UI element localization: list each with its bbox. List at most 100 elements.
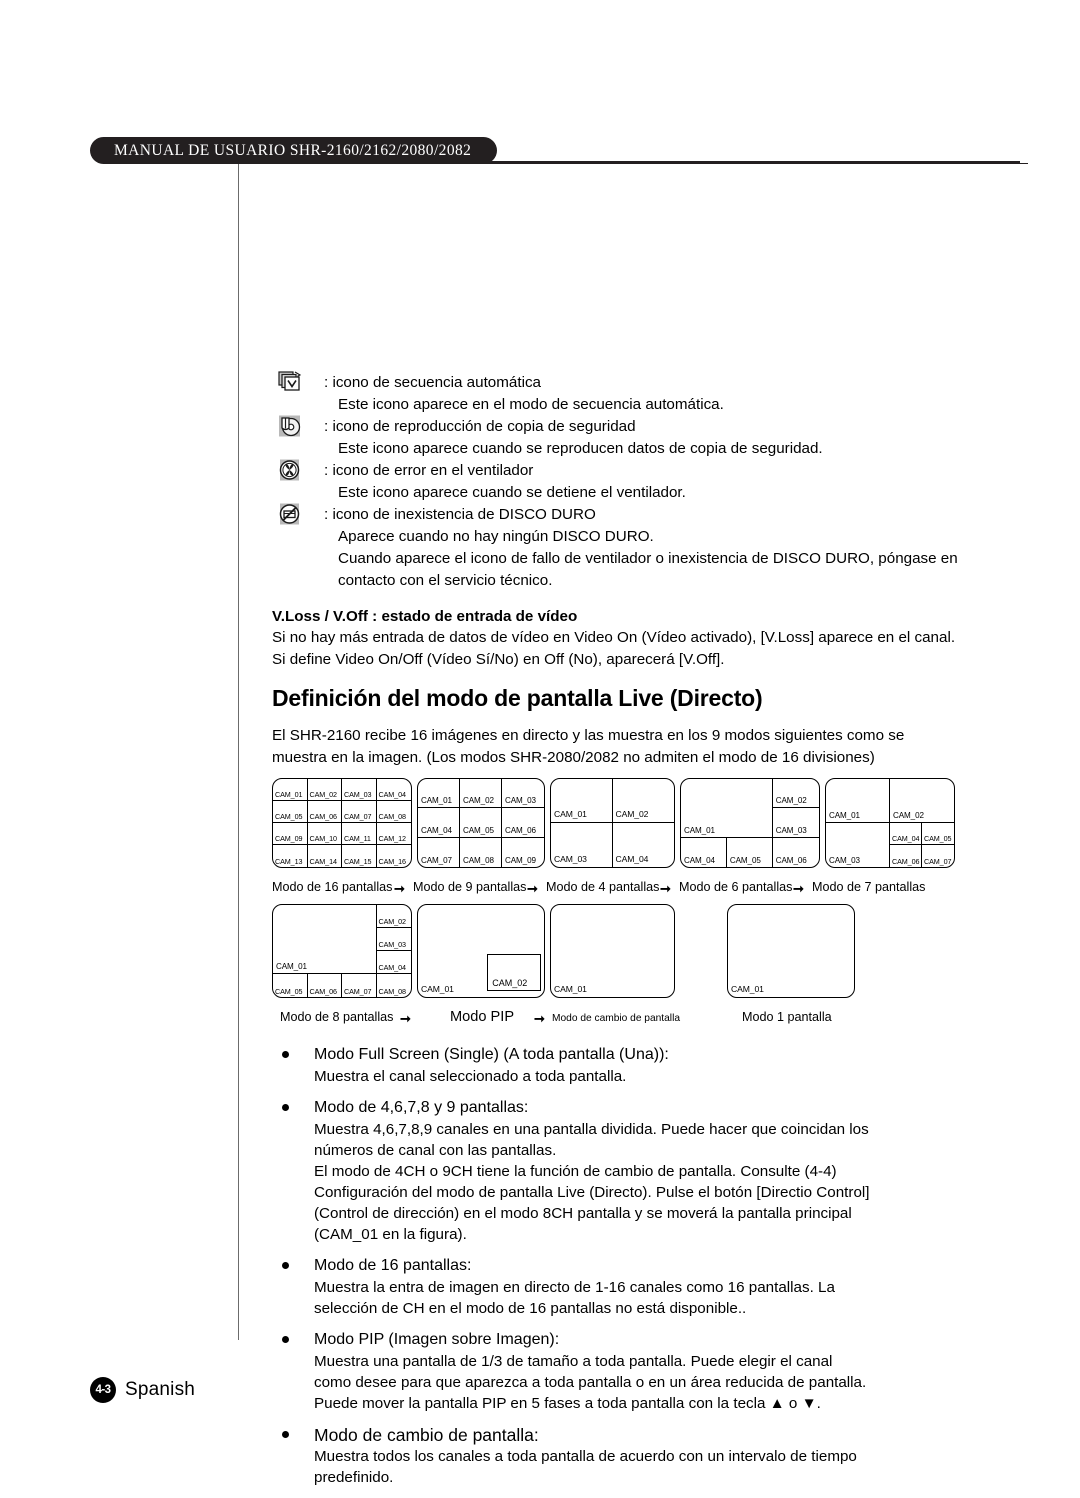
list-item-line: predefinido. [314, 1469, 394, 1486]
diagram-row-1-captions: Modo de 16 pantallas ➞ Modo de 9 pantall… [272, 878, 1032, 898]
icon-legend-desc: Cuando aparece el icono de fallo de vent… [338, 550, 958, 567]
caption-single: Modo 1 pantalla [742, 1010, 832, 1024]
icon-legend-label: : icono de secuencia automática [324, 374, 541, 391]
split-cell: CAM_03 [502, 779, 544, 809]
caption-16-split: Modo de 16 pantallas [272, 880, 393, 894]
intro-line-2: muestra en la imagen. (Los modos SHR-208… [272, 748, 875, 766]
list-item: Modo Full Screen (Single) (A toda pantal… [272, 1044, 1032, 1087]
split-cell: CAM_07 [342, 974, 377, 997]
monitor-8-split: CAM_01 CAM_02 CAM_03 CAM_04 CAM_05 CAM_0… [272, 904, 412, 998]
intro-line-1: El SHR-2160 recibe 16 imágenes en direct… [272, 727, 905, 744]
pip-inset-window: CAM_02 [487, 953, 542, 991]
split-cell: CAM_02 [460, 779, 502, 809]
list-item-title: Modo Full Screen (Single) (A toda pantal… [314, 1046, 669, 1063]
split-cell: CAM_01 [554, 984, 587, 994]
split-cell: CAM_04 [418, 808, 460, 838]
page-title: Definición del modo de pantalla Live (Di… [272, 685, 763, 711]
split-cell: CAM_03 [772, 808, 819, 838]
icon-legend-item: : icono de error en el ventilador [272, 459, 1032, 482]
split-cell: CAM_06 [308, 974, 342, 997]
monitor-7-split: CAM_01 CAM_02 CAM_03 CAM_04 CAM_05 CAM_0… [825, 778, 955, 868]
no-hdd-icon [278, 503, 304, 525]
arrow-icon: ➞ [793, 881, 804, 896]
split-cell: CAM_06 [307, 801, 342, 823]
monitor-9-split: CAM_01 CAM_02 CAM_03 CAM_04 CAM_05 CAM_0… [417, 778, 545, 868]
icon-legend-item: : icono de inexistencia de DISCO DURO [272, 503, 1032, 526]
split-cell: CAM_03 [826, 823, 890, 867]
split-cell: CAM_06 [775, 855, 807, 865]
caption-4-split: Modo de 4 pantallas [546, 880, 660, 894]
split-cell: CAM_08 [378, 987, 406, 996]
header-title: MANUAL DE USUARIO SHR-2160/2162/2080/208… [114, 141, 472, 159]
list-item-line: Configuración del modo de pantalla Live … [314, 1184, 870, 1201]
split-cell: CAM_04 [615, 854, 649, 864]
caption-9-split: Modo de 9 pantallas [413, 880, 527, 894]
icon-legend-list: : icono de secuencia automática Este ico… [272, 371, 1032, 592]
split-cell: CAM_02 [307, 779, 342, 801]
monitor-6-split: CAM_01 CAM_02 CAM_03 CAM_04 CAM_05 CAM_0… [680, 778, 820, 868]
split-cell: CAM_01 [273, 779, 308, 801]
vloss-heading: V.Loss / V.Off : estado de entrada de ví… [272, 608, 578, 625]
list-item: Modo de 16 pantallas: Muestra la entra d… [272, 1255, 1032, 1319]
page-content: : icono de secuencia automática Este ico… [272, 371, 1032, 1498]
split-cell: CAM_10 [307, 823, 342, 845]
split-cell: CAM_09 [273, 823, 308, 845]
diagram-row-1: CAM_01 CAM_02 CAM_03 CAM_04 CAM_05 CAM_0… [272, 778, 1032, 874]
list-item-line: Muestra la entra de imagen en directo de… [314, 1279, 835, 1296]
arrow-icon: ➞ [534, 1011, 545, 1026]
caption-pip: Modo PIP [450, 1009, 515, 1025]
icon-legend-item: : icono de secuencia automática [272, 371, 1032, 394]
split-cell: CAM_05 [273, 801, 308, 823]
list-item-line: Muestra el canal seleccionado a toda pan… [314, 1068, 627, 1085]
diagram-row-2-captions: Modo de 8 pantallas ➞ Modo PIP ➞ Modo de… [272, 1008, 1032, 1028]
list-item-line: Puede mover la pantalla PIP en 5 fases a… [314, 1395, 821, 1412]
split-cell: CAM_08 [376, 801, 411, 823]
bullet-icon [282, 1431, 289, 1438]
list-item-title: Modo de 4,6,7,8 y 9 pantallas: [314, 1099, 529, 1116]
split-cell: CAM_04 [681, 837, 727, 867]
split-cell: CAM_01 [418, 779, 460, 809]
monitor-single: CAM_01 [727, 904, 855, 998]
list-item-line: (Control de dirección) en el modo 8CH pa… [314, 1205, 852, 1222]
icon-legend-item: : icono de reproducción de copia de segu… [272, 415, 1032, 438]
split-cell: CAM_01 [731, 984, 764, 994]
split-cell: CAM_05 [273, 974, 308, 997]
split-cell: CAM_02 [890, 779, 954, 823]
list-item-line: selección de CH en el modo de 16 pantall… [314, 1300, 747, 1317]
split-cell: CAM_16 [378, 857, 406, 866]
split-cell: CAM_07 [342, 801, 377, 823]
icon-legend-label: : icono de inexistencia de DISCO DURO [324, 506, 596, 523]
auto-sequence-icon [278, 371, 304, 393]
split-cell: CAM_06 [890, 845, 922, 867]
split-cell: CAM_02 [612, 779, 674, 823]
monitor-16-split: CAM_01 CAM_02 CAM_03 CAM_04 CAM_05 CAM_0… [272, 778, 412, 868]
page-number-badge: 4-3 [90, 1377, 116, 1403]
caption-8-split: Modo de 8 pantallas [280, 1010, 394, 1024]
split-cell: CAM_12 [376, 823, 411, 845]
list-item-line: números de canal con las pantallas. [314, 1142, 557, 1159]
split-cell: CAM_04 [376, 779, 411, 801]
icon-legend-desc: Este icono aparece cuando se reproducen … [338, 440, 823, 457]
left-margin-rule [238, 164, 239, 1340]
split-cell: CAM_01 [273, 905, 377, 974]
split-cell: CAM_02 [772, 779, 819, 809]
footer-language: Spanish [125, 1379, 196, 1400]
list-item-line: Muestra 4,6,7,8,9 canales en una pantall… [314, 1121, 869, 1138]
list-item: Modo de 4,6,7,8 y 9 pantallas: Muestra 4… [272, 1097, 1032, 1245]
arrow-icon: ➞ [394, 881, 405, 896]
list-item-title: Modo de 16 pantallas: [314, 1257, 472, 1274]
arrow-icon: ➞ [527, 881, 538, 896]
split-cell: CAM_06 [502, 808, 544, 838]
split-cell: CAM_11 [342, 823, 377, 845]
caption-7-split: Modo de 7 pantallas [812, 880, 926, 894]
pip-inset-label: CAM_02 [492, 977, 528, 988]
list-item-title: Modo PIP (Imagen sobre Imagen): [314, 1331, 560, 1348]
fan-error-icon [278, 459, 304, 481]
monitor-4-split: CAM_01 CAM_02 CAM_03 CAM_04 [550, 778, 675, 868]
arrow-icon: ➞ [660, 881, 671, 896]
bullet-icon [282, 1336, 289, 1343]
split-cell: CAM_15 [342, 845, 377, 867]
icon-legend-desc: contacto con el servicio técnico. [338, 572, 553, 589]
list-item-line: Muestra todos los canales a toda pantall… [314, 1448, 857, 1465]
list-item-line: (CAM_01 en la figura). [314, 1226, 467, 1243]
